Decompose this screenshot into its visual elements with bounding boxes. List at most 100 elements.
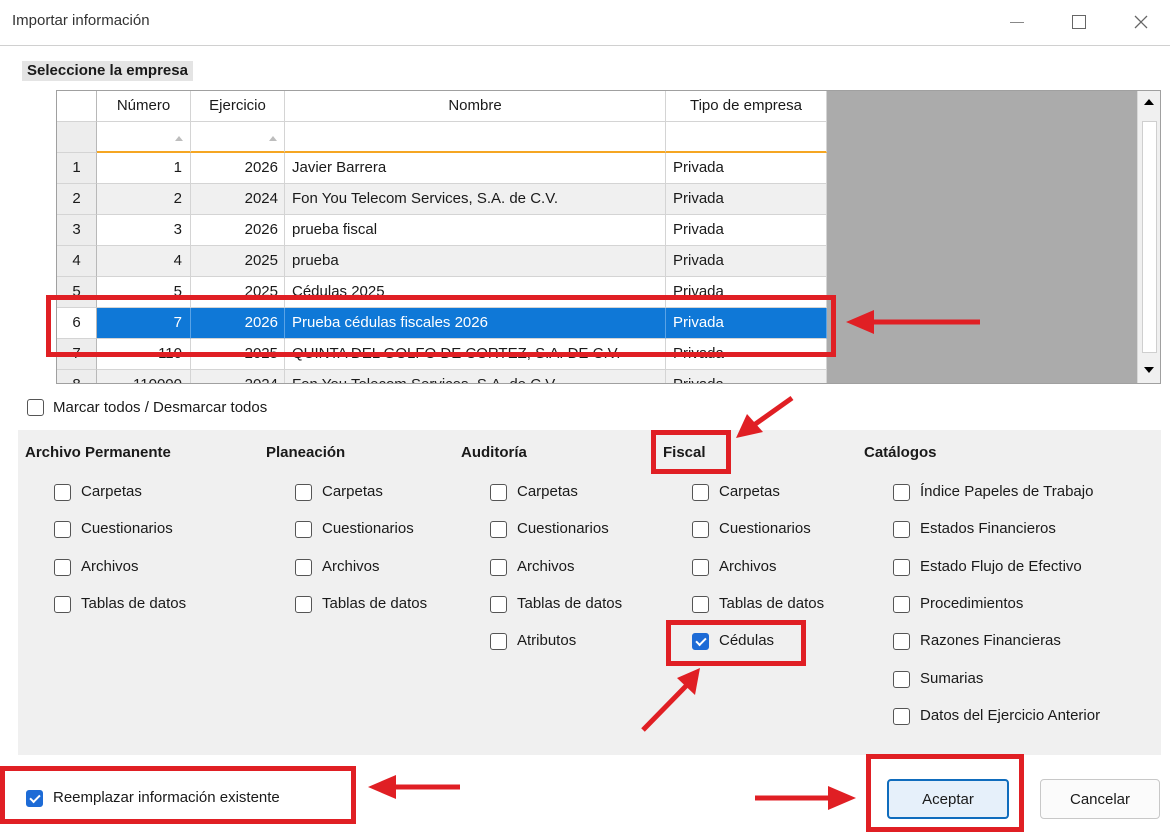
archivo-permanente-option-label[interactable]: Cuestionarios xyxy=(81,520,173,537)
auditoria-option-label[interactable]: Carpetas xyxy=(517,483,578,500)
planeacion-option-label[interactable]: Tablas de datos xyxy=(322,595,427,612)
planeacion-option-label[interactable]: Cuestionarios xyxy=(322,520,414,537)
cell-numero[interactable]: 3 xyxy=(97,215,191,246)
cell-tipo[interactable]: Privada xyxy=(666,339,827,370)
archivo-permanente-checkbox[interactable] xyxy=(54,558,71,576)
table-row[interactable]: 3 3 2026 prueba fiscal Privada xyxy=(57,215,827,246)
cell-tipo[interactable]: Privada xyxy=(666,370,827,383)
cell-tipo[interactable]: Privada xyxy=(666,308,827,339)
catalogos-checkbox[interactable] xyxy=(893,595,910,613)
replace-existing-checkbox[interactable] xyxy=(26,790,43,807)
table-row[interactable]: 1 1 2026 Javier Barrera Privada xyxy=(57,153,827,184)
company-grid[interactable]: Número Ejercicio Nombre Tipo de empresa … xyxy=(56,90,1161,384)
select-all-label[interactable]: Marcar todos / Desmarcar todos xyxy=(53,399,267,416)
catalogos-option-label[interactable]: Sumarias xyxy=(920,670,983,687)
archivo-permanente-checkbox[interactable] xyxy=(54,595,71,613)
cell-nombre[interactable]: Fon You Telecom Services, S.A. de C.V. xyxy=(285,370,666,383)
filter-cell-ejercicio[interactable] xyxy=(191,122,285,153)
cell-ejercicio[interactable]: 2024 xyxy=(191,184,285,215)
scroll-up-icon[interactable] xyxy=(1144,99,1154,105)
catalogos-option-label[interactable]: Procedimientos xyxy=(920,595,1023,612)
auditoria-checkbox[interactable] xyxy=(490,595,507,613)
auditoria-option-label[interactable]: Atributos xyxy=(517,632,576,649)
catalogos-checkbox[interactable] xyxy=(893,633,910,651)
grid-vertical-scrollbar[interactable] xyxy=(1137,91,1160,383)
catalogos-checkbox[interactable] xyxy=(893,707,910,725)
catalogos-option-label[interactable]: Datos del Ejercicio Anterior xyxy=(920,707,1100,724)
table-row[interactable]: 4 4 2025 prueba Privada xyxy=(57,246,827,277)
auditoria-checkbox[interactable] xyxy=(490,521,507,539)
cell-ejercicio[interactable]: 2025 xyxy=(191,339,285,370)
cell-numero[interactable]: 2 xyxy=(97,184,191,215)
auditoria-checkbox[interactable] xyxy=(490,558,507,576)
replace-existing-label[interactable]: Reemplazar información existente xyxy=(53,789,280,806)
fiscal-checkbox[interactable] xyxy=(692,521,709,539)
table-row[interactable]: 6 7 2026 Prueba cédulas fiscales 2026 Privad… xyxy=(57,308,827,339)
catalogos-option-label[interactable]: Índice Papeles de Trabajo xyxy=(920,483,1093,500)
fiscal-checkbox[interactable] xyxy=(692,595,709,613)
row-header-cell[interactable]: 5 xyxy=(57,277,97,308)
cell-numero[interactable]: 5 xyxy=(97,277,191,308)
table-row[interactable]: 7 110 2025 QUINTA DEL GOLFO DE CORTEZ, S.A.… xyxy=(57,339,827,370)
auditoria-option-label[interactable]: Archivos xyxy=(517,558,575,575)
cell-nombre[interactable]: QUINTA DEL GOLFO DE CORTEZ, S.A. DE C.V. xyxy=(285,339,666,370)
fiscal-option-label[interactable]: Carpetas xyxy=(719,483,780,500)
row-header-cell[interactable]: 7 xyxy=(57,339,97,370)
archivo-permanente-option-label[interactable]: Tablas de datos xyxy=(81,595,186,612)
catalogos-option-label[interactable]: Razones Financieras xyxy=(920,632,1061,649)
table-row[interactable]: 2 2 2024 Fon You Telecom Services, S.A. de … xyxy=(57,184,827,215)
cell-numero[interactable]: 7 xyxy=(97,308,191,339)
row-header-cell[interactable]: 3 xyxy=(57,215,97,246)
archivo-permanente-option-label[interactable]: Archivos xyxy=(81,558,139,575)
cell-tipo[interactable]: Privada xyxy=(666,153,827,184)
auditoria-checkbox[interactable] xyxy=(490,633,507,651)
auditoria-option-label[interactable]: Tablas de datos xyxy=(517,595,622,612)
close-button[interactable] xyxy=(1118,4,1164,40)
cell-numero[interactable]: 1 xyxy=(97,153,191,184)
cell-numero[interactable]: 4 xyxy=(97,246,191,277)
filter-cell-numero[interactable] xyxy=(97,122,191,153)
planeacion-checkbox[interactable] xyxy=(295,521,312,539)
filter-cell-tipo[interactable] xyxy=(666,122,827,153)
catalogos-checkbox[interactable] xyxy=(893,670,910,688)
scroll-thumb[interactable] xyxy=(1142,121,1157,353)
archivo-permanente-checkbox[interactable] xyxy=(54,484,71,501)
fiscal-option-label[interactable]: Cédulas xyxy=(719,632,774,649)
column-header-numero[interactable]: Número xyxy=(97,91,191,122)
cell-tipo[interactable]: Privada xyxy=(666,277,827,308)
cell-ejercicio[interactable]: 2025 xyxy=(191,246,285,277)
cell-numero[interactable]: 110000 xyxy=(97,370,191,383)
catalogos-option-label[interactable]: Estado Flujo de Efectivo xyxy=(920,558,1082,575)
cell-ejercicio[interactable]: 2026 xyxy=(191,308,285,339)
catalogos-checkbox[interactable] xyxy=(893,484,910,501)
accept-button[interactable]: Aceptar xyxy=(887,779,1009,819)
catalogos-option-label[interactable]: Estados Financieros xyxy=(920,520,1056,537)
archivo-permanente-checkbox[interactable] xyxy=(54,521,71,539)
catalogos-checkbox[interactable] xyxy=(893,521,910,539)
catalogos-checkbox[interactable] xyxy=(893,558,910,576)
cell-ejercicio[interactable]: 2025 xyxy=(191,277,285,308)
cell-nombre[interactable]: Cédulas 2025 xyxy=(285,277,666,308)
minimize-button[interactable] xyxy=(994,4,1040,40)
archivo-permanente-option-label[interactable]: Carpetas xyxy=(81,483,142,500)
select-all-checkbox[interactable] xyxy=(27,399,44,416)
cell-nombre[interactable]: prueba fiscal xyxy=(285,215,666,246)
cell-ejercicio[interactable]: 2024 xyxy=(191,370,285,383)
fiscal-checkbox[interactable] xyxy=(692,484,709,501)
planeacion-option-label[interactable]: Archivos xyxy=(322,558,380,575)
row-header-cell[interactable]: 1 xyxy=(57,153,97,184)
row-header-cell[interactable]: 2 xyxy=(57,184,97,215)
fiscal-checkbox[interactable] xyxy=(692,558,709,576)
cell-nombre[interactable]: prueba xyxy=(285,246,666,277)
planeacion-checkbox[interactable] xyxy=(295,558,312,576)
cell-nombre[interactable]: Prueba cédulas fiscales 2026 xyxy=(285,308,666,339)
column-header-tipo[interactable]: Tipo de empresa xyxy=(666,91,827,122)
auditoria-checkbox[interactable] xyxy=(490,484,507,501)
planeacion-checkbox[interactable] xyxy=(295,484,312,501)
cancel-button[interactable]: Cancelar xyxy=(1040,779,1160,819)
planeacion-checkbox[interactable] xyxy=(295,595,312,613)
column-header-nombre[interactable]: Nombre xyxy=(285,91,666,122)
fiscal-option-label[interactable]: Cuestionarios xyxy=(719,520,811,537)
row-header-cell[interactable]: 6 xyxy=(57,308,97,339)
column-header-ejercicio[interactable]: Ejercicio xyxy=(191,91,285,122)
